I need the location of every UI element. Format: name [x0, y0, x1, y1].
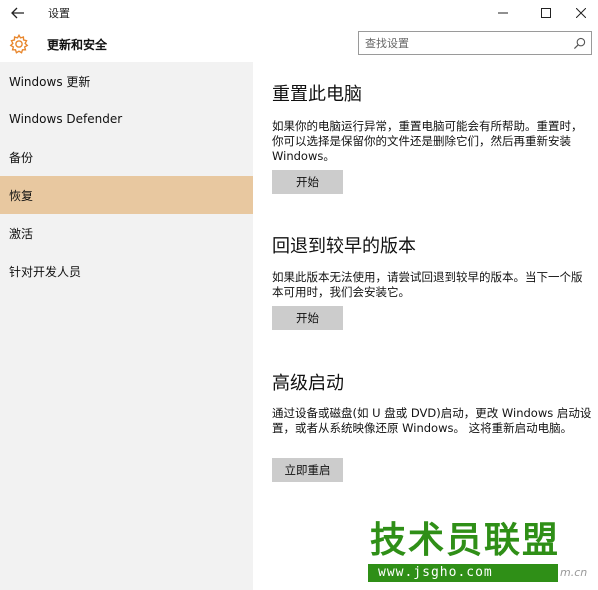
main-content: 重置此电脑 如果你的电脑运行异常，重置电脑可能会有所帮助。重置时，你可以选择是保…	[253, 62, 598, 590]
gear-icon	[9, 33, 29, 54]
maximize-icon	[541, 8, 551, 18]
sidebar-item-windows-update[interactable]: Windows 更新	[0, 62, 253, 100]
restart-now-button[interactable]: 立即重启	[272, 458, 343, 482]
go-back-start-button[interactable]: 开始	[272, 306, 343, 330]
back-arrow-icon	[11, 7, 24, 19]
page-title: 更新和安全	[47, 38, 108, 52]
minimize-icon	[498, 12, 508, 14]
section-desc-advanced-startup: 通过设备或磁盘(如 U 盘或 DVD)启动，更改 Windows 启动设置，或者…	[272, 406, 592, 435]
section-desc-go-back: 如果此版本无法使用，请尝试回退到较早的版本。当下一个版本可用时，我们会安装它。	[272, 270, 583, 299]
sidebar-item-recovery[interactable]: 恢复	[0, 176, 253, 214]
section-title-go-back: 回退到较早的版本	[272, 236, 416, 257]
search-box[interactable]	[358, 31, 592, 55]
reset-pc-start-button[interactable]: 开始	[272, 170, 343, 194]
watermark-url: www.jsgho.com	[368, 564, 558, 582]
section-title-advanced-startup: 高级启动	[272, 373, 344, 394]
title-bar: 设置	[0, 0, 598, 26]
watermark-tail: m.cn	[560, 566, 588, 579]
section-desc-reset-pc: 如果你的电脑运行异常，重置电脑可能会有所帮助。重置时，你可以选择是保留你的文件还…	[272, 119, 583, 163]
watermark-title: 技术员联盟	[370, 520, 561, 561]
watermark: 技术员联盟 www.jsgho.com m.cn	[368, 520, 594, 586]
close-button[interactable]	[562, 0, 598, 26]
search-icon[interactable]	[573, 37, 586, 50]
window-title: 设置	[48, 7, 70, 20]
section-title-reset-pc: 重置此电脑	[272, 84, 362, 105]
sidebar-item-for-developers[interactable]: 针对开发人员	[0, 252, 253, 290]
sidebar-item-activation[interactable]: 激活	[0, 214, 253, 252]
page-header: 更新和安全	[0, 26, 598, 62]
search-input[interactable]	[365, 34, 565, 52]
sidebar-item-backup[interactable]: 备份	[0, 138, 253, 176]
minimize-button[interactable]	[484, 0, 522, 26]
maximize-button[interactable]	[527, 0, 565, 26]
sidebar: Windows 更新 Windows Defender 备份 恢复 激活 针对开…	[0, 62, 253, 590]
back-button[interactable]	[0, 0, 36, 26]
sidebar-item-windows-defender[interactable]: Windows Defender	[0, 100, 253, 138]
close-icon	[576, 8, 586, 18]
